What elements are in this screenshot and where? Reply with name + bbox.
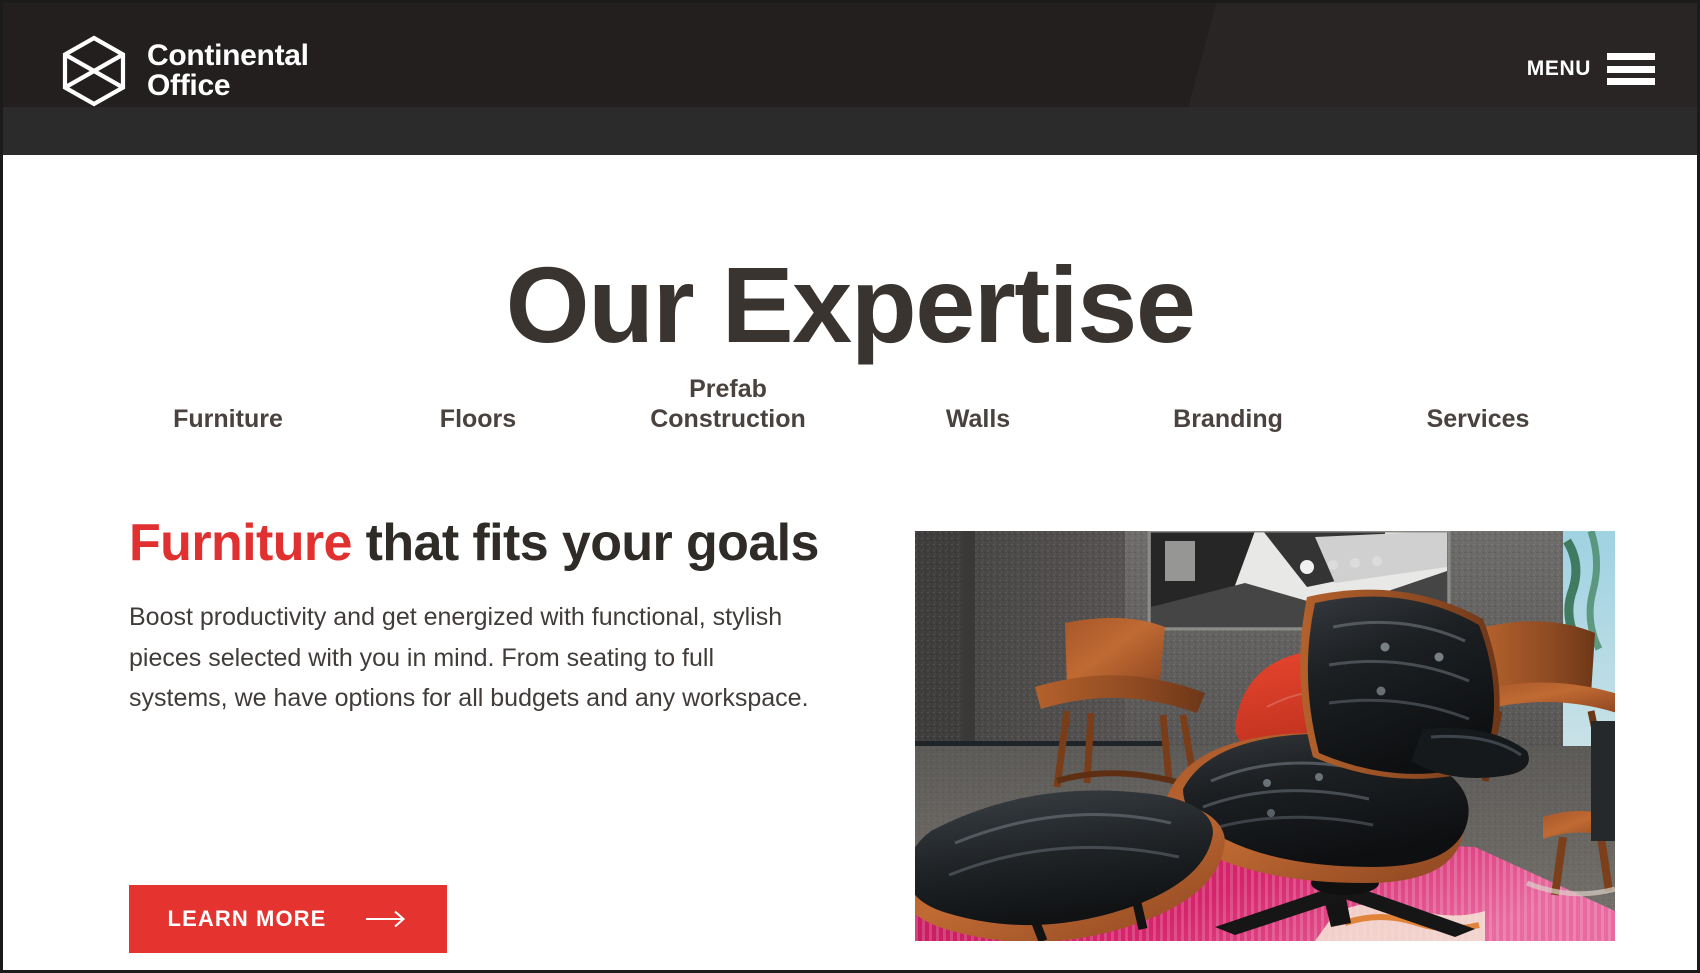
- category-tabs: Furniture Floors Prefab Construction Wal…: [103, 375, 1603, 434]
- tab-label-line-2: Construction: [650, 404, 806, 433]
- lounge-chair-photo: [915, 531, 1615, 941]
- brand-logo-link[interactable]: Continental Office: [61, 35, 309, 107]
- tab-label: Walls: [945, 404, 1011, 433]
- arrow-right-icon: [366, 910, 408, 928]
- brand-text: Continental Office: [147, 41, 309, 101]
- learn-more-label: LEARN MORE: [167, 906, 327, 931]
- header-panel-bevel: [1135, 3, 1255, 107]
- hamburger-bar-3: [1607, 78, 1655, 85]
- feature-body-text: Boost productivity and get energized wit…: [129, 603, 809, 713]
- tab-walls[interactable]: Walls: [853, 405, 1103, 435]
- site-header: Continental Office MENU: [3, 3, 1697, 155]
- tab-label: Floors: [439, 404, 517, 433]
- feature-image: [915, 531, 1615, 941]
- brand-line-2: Office: [147, 69, 231, 102]
- feature-headline: Furniture that fits your goals: [129, 515, 849, 571]
- page-title: Our Expertise: [505, 244, 1196, 366]
- tab-floors[interactable]: Floors: [353, 405, 603, 435]
- feature-headline-accent: Furniture: [129, 514, 352, 572]
- tab-furniture[interactable]: Furniture: [103, 405, 353, 435]
- menu-label: MENU: [1526, 57, 1591, 80]
- tab-label: Furniture: [173, 404, 283, 433]
- tab-services[interactable]: Services: [1353, 405, 1603, 435]
- learn-more-button[interactable]: LEARN MORE: [129, 885, 447, 953]
- hexagon-bowtie-logo-icon: [62, 35, 126, 107]
- hamburger-bar-1: [1607, 53, 1655, 60]
- tab-prefab-construction[interactable]: Prefab Construction: [603, 375, 853, 434]
- tab-label-line-1: Prefab: [689, 375, 767, 403]
- hamburger-menu-icon[interactable]: [1607, 53, 1655, 85]
- tab-label: Services: [1426, 404, 1530, 433]
- feature-copy-column: Furniture that fits your goals Boost pro…: [129, 515, 849, 953]
- tab-branding[interactable]: Branding: [1103, 405, 1353, 435]
- page-root: Continental Office MENU Our Expertise Fu…: [0, 0, 1700, 973]
- brand-line-1: Continental: [147, 39, 309, 72]
- feature-headline-rest: that fits your goals: [351, 514, 820, 572]
- hamburger-bar-2: [1607, 65, 1655, 73]
- menu-toggle-button[interactable]: MENU: [1527, 53, 1655, 85]
- feature-section: Furniture that fits your goals Boost pro…: [3, 503, 1697, 953]
- tab-label: Branding: [1173, 404, 1283, 433]
